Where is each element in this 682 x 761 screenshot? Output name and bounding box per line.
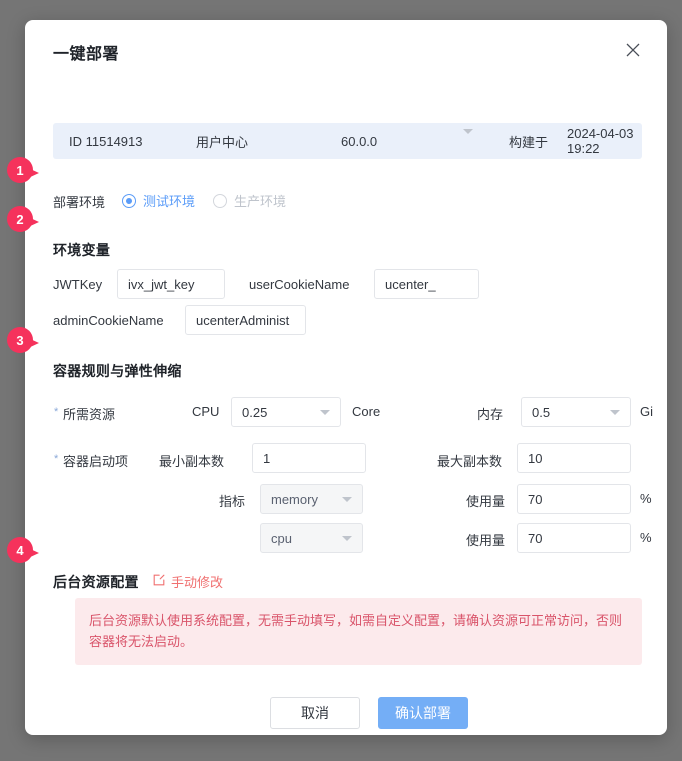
callout-badge-1: 1: [7, 157, 39, 187]
chevron-down-icon: [342, 496, 352, 502]
usage-label-memory: 使用量: [466, 494, 506, 509]
callout-badge-4: 4: [7, 537, 39, 567]
build-label: 构建于: [509, 134, 549, 150]
close-icon[interactable]: [621, 38, 645, 62]
jwtkey-input[interactable]: [117, 269, 225, 299]
callout-badge-1-number: 1: [7, 157, 33, 183]
dialog-header: 一键部署: [25, 20, 667, 82]
jwtkey-label: JWTKey: [53, 277, 103, 292]
radio-unselected-icon: [213, 193, 227, 208]
container-rules-title: 容器规则与弹性伸缩: [53, 363, 182, 379]
usercookiename-label: userCookieName: [249, 277, 350, 292]
min-replica-input[interactable]: [252, 443, 366, 473]
chevron-down-icon: [610, 409, 620, 415]
backend-config-title: 后台资源配置: [53, 574, 139, 590]
metric-select-cpu-value: cpu: [271, 530, 292, 546]
app-info-bar: ID 11514913 用户中心 60.0.0 构建于 2024-04-03 1…: [53, 123, 642, 159]
memory-unit: Gi: [640, 404, 653, 419]
usage-input-memory[interactable]: [517, 484, 631, 514]
metric-select-memory[interactable]: memory: [260, 484, 363, 514]
metric-label: 指标: [219, 494, 246, 509]
callout-badge-2: 2: [7, 206, 39, 236]
app-name: 用户中心: [196, 134, 249, 150]
callout-badge-3: 3: [7, 327, 39, 357]
usage-label-cpu: 使用量: [466, 533, 506, 548]
min-replica-label: 最小副本数: [159, 454, 225, 469]
app-id: ID 11514913: [69, 133, 143, 149]
deploy-env-label: 部署环境: [53, 195, 106, 210]
env-vars-title: 环境变量: [53, 242, 111, 258]
chevron-down-icon[interactable]: [463, 128, 473, 149]
required-marker-resource: *: [54, 406, 59, 418]
radio-test-env[interactable]: 测试环境: [122, 191, 195, 210]
backend-warning-message: 后台资源默认使用系统配置，无需手动填写，如需自定义配置，请确认资源可正常访问，否…: [75, 598, 642, 665]
callout-badge-3-number: 3: [7, 327, 33, 353]
deploy-dialog: 一键部署 ID 11514913 用户中心 60.0.0 构建于 2024-04…: [25, 20, 667, 735]
metric-select-memory-value: memory: [271, 491, 318, 507]
memory-select-value: 0.5: [532, 404, 551, 420]
max-replica-label: 最大副本数: [437, 454, 503, 469]
manual-modify-label: 手动修改: [171, 575, 224, 590]
usercookiename-input[interactable]: [374, 269, 479, 299]
callout-badge-2-number: 2: [7, 206, 33, 232]
chevron-down-icon: [342, 535, 352, 541]
app-version: 60.0.0: [341, 133, 378, 149]
cpu-select-value: 0.25: [242, 404, 268, 420]
radio-prod-env[interactable]: 生产环境: [213, 191, 286, 210]
usage-unit-memory: %: [640, 491, 652, 506]
startup-label: 容器启动项: [63, 454, 129, 469]
admincookiename-input[interactable]: [185, 305, 306, 335]
memory-select[interactable]: 0.5: [521, 397, 631, 427]
manual-modify-link[interactable]: 手动修改: [153, 572, 223, 591]
radio-selected-icon: [122, 193, 136, 208]
radio-test-env-label: 测试环境: [143, 194, 196, 209]
required-marker-startup: *: [54, 453, 59, 465]
cpu-unit: Core: [352, 404, 381, 419]
dialog-title: 一键部署: [53, 46, 120, 63]
confirm-deploy-button[interactable]: 确认部署: [378, 697, 468, 729]
admincookiename-label: adminCookieName: [53, 313, 164, 328]
usage-unit-cpu: %: [640, 530, 652, 545]
metric-select-cpu[interactable]: cpu: [260, 523, 363, 553]
cancel-button[interactable]: 取消: [270, 697, 360, 729]
chevron-down-icon: [320, 409, 330, 415]
resource-label: 所需资源: [63, 407, 116, 422]
external-edit-icon: [153, 574, 165, 589]
usage-input-cpu[interactable]: [517, 523, 631, 553]
callout-badge-4-number: 4: [7, 537, 33, 563]
max-replica-input[interactable]: [517, 443, 631, 473]
build-time: 2024-04-03 19:22: [567, 126, 634, 156]
memory-label: 内存: [477, 407, 504, 422]
radio-prod-env-label: 生产环境: [234, 194, 287, 209]
cpu-label: CPU: [192, 404, 220, 419]
cpu-select[interactable]: 0.25: [231, 397, 341, 427]
